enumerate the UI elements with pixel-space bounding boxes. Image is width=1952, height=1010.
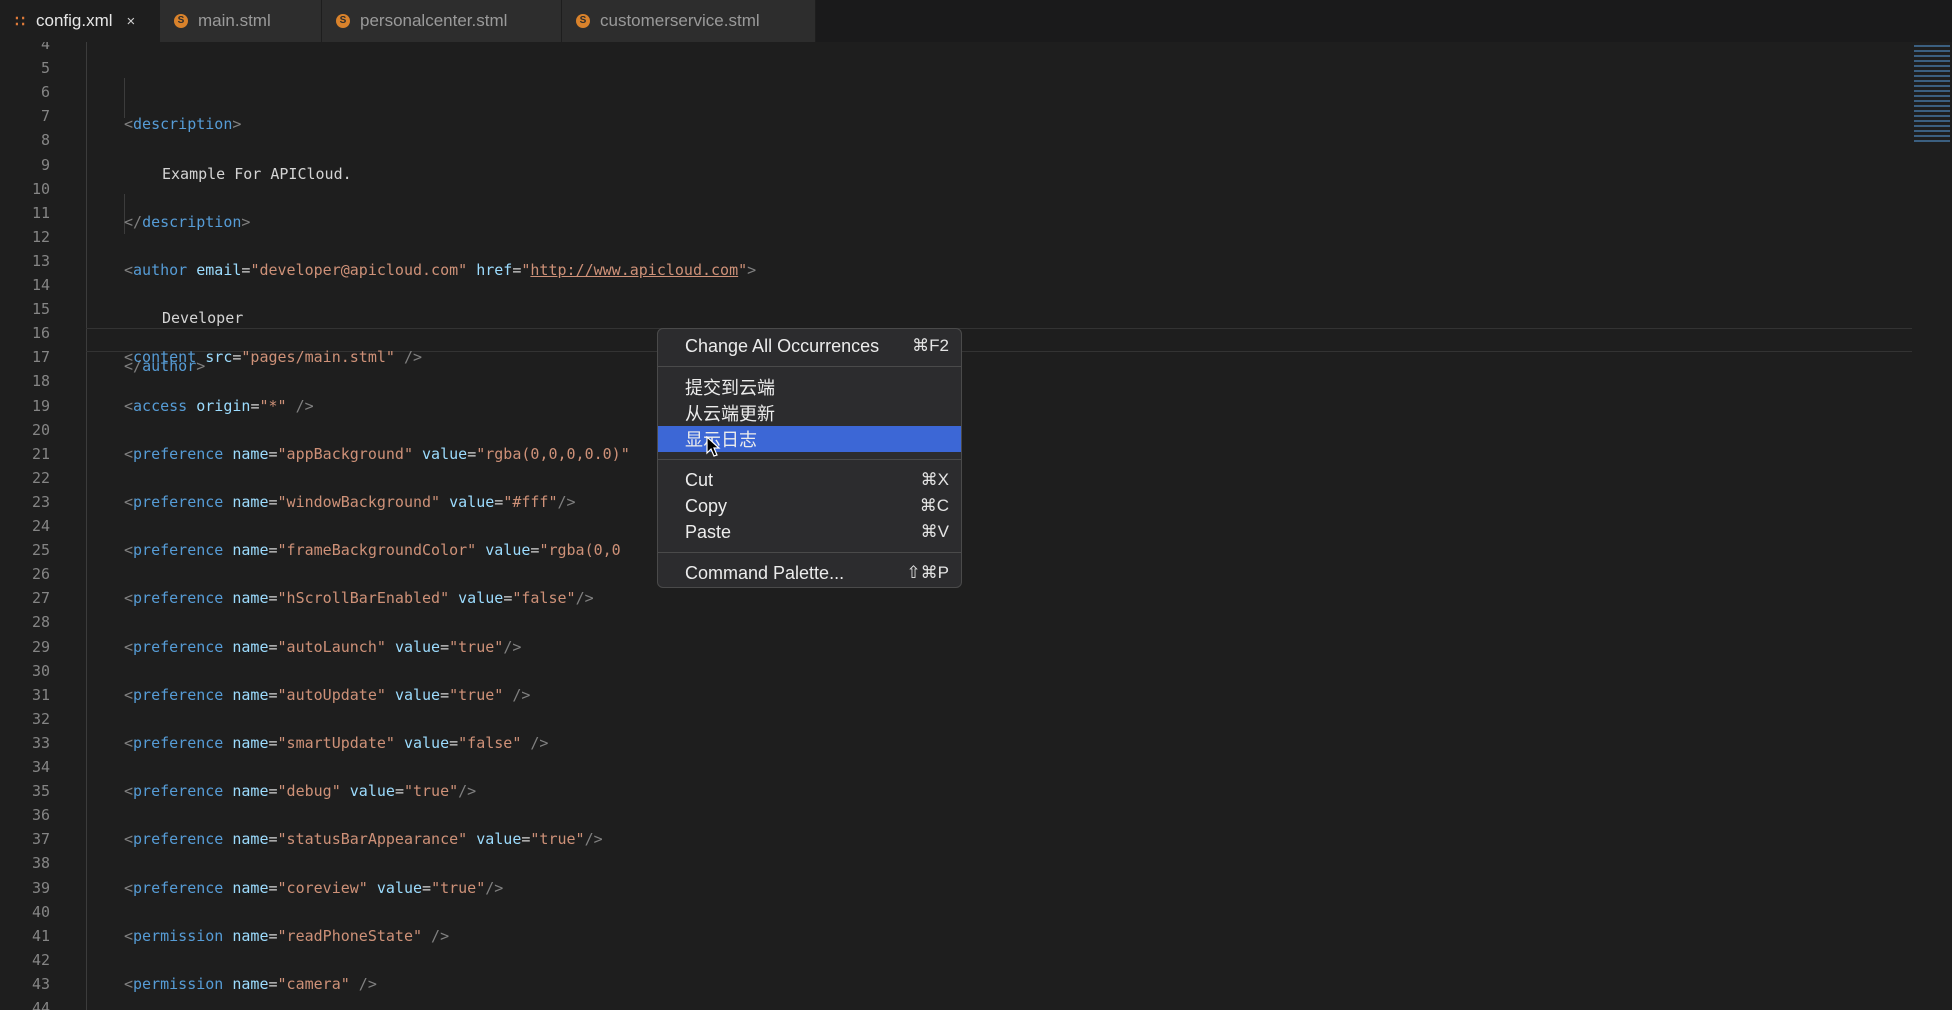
rss-icon: ∷ (15, 12, 25, 30)
code-line: <preference name="autoLaunch" value="tru… (124, 637, 522, 656)
code-line: <preference name="statusBarAppearance" v… (124, 830, 603, 849)
minimap[interactable] (1912, 42, 1952, 242)
line-number: 7 (40, 107, 50, 126)
code-line: <permission name="camera" /> (124, 974, 377, 993)
line-number: 32 (31, 709, 50, 728)
line-number: 11 (31, 203, 50, 222)
menu-item-cut[interactable]: Cut ⌘X (658, 467, 961, 493)
code-line: <preference name="coreview" value="true"… (124, 878, 504, 897)
stml-icon: S (336, 14, 350, 28)
tabbar-empty (816, 0, 1952, 42)
menu-item-copy[interactable]: Copy ⌘C (658, 493, 961, 519)
line-number: 13 (31, 251, 50, 270)
code-line: <preference name="hScrollBarEnabled" val… (124, 589, 594, 608)
menu-item-change-all-occurrences[interactable]: Change All Occurrences ⌘F2 (658, 333, 961, 359)
menu-item-submit-to-cloud[interactable]: 提交到云端 (658, 374, 961, 400)
line-number: 38 (31, 854, 50, 873)
tab-label: config.xml (36, 11, 113, 30)
line-number: 15 (31, 300, 50, 319)
tab-label: main.stml (198, 11, 271, 30)
line-number: 6 (40, 83, 50, 102)
tab-main-stml[interactable]: S main.stml (160, 0, 322, 42)
menu-item-show-log[interactable]: 显示日志 (658, 426, 961, 452)
line-number: 44 (31, 999, 50, 1010)
close-icon[interactable]: × (127, 13, 136, 30)
menu-item-update-from-cloud[interactable]: 从云端更新 (658, 400, 961, 426)
line-number: 12 (31, 227, 50, 246)
mouse-pointer-icon (706, 436, 721, 457)
code-editor[interactable]: <description> Example For APICloud. </de… (0, 42, 1952, 1010)
line-number: 36 (31, 806, 50, 825)
context-menu: Change All Occurrences ⌘F2 提交到云端 从云端更新 显… (657, 328, 962, 588)
tab-label: customerservice.stml (600, 11, 760, 30)
line-number: 9 (40, 155, 50, 174)
line-number: 30 (31, 661, 50, 680)
tab-bar: ∷ config.xml × S main.stml S personalcen… (0, 0, 1952, 42)
code-line: <permission name="readPhoneState" /> (124, 926, 450, 945)
stml-icon: S (174, 14, 188, 28)
menu-separator (658, 459, 961, 460)
tab-personalcenter-stml[interactable]: S personalcenter.stml (322, 0, 562, 42)
code-line: <preference name="autoUpdate" value="tru… (124, 685, 531, 704)
line-number: 34 (31, 758, 50, 776)
tab-label: personalcenter.stml (360, 11, 508, 30)
line-number: 40 (31, 902, 50, 921)
line-number: 8 (40, 131, 50, 150)
menu-separator (658, 366, 961, 367)
stml-icon: S (576, 14, 590, 28)
line-number: 42 (31, 950, 50, 969)
menu-separator (658, 552, 961, 553)
line-number: 4 (40, 42, 50, 53)
line-number: 14 (31, 276, 50, 294)
line-number: 5 (40, 59, 50, 78)
code-line: <preference name="smartUpdate" value="fa… (124, 733, 549, 752)
line-number: 28 (31, 613, 50, 632)
tab-customerservice-stml[interactable]: S customerservice.stml (562, 0, 816, 42)
tab-config-xml[interactable]: ∷ config.xml × (0, 0, 160, 42)
code-line: <preference name="debug" value="true"/> (124, 782, 477, 801)
menu-item-command-palette[interactable]: Command Palette... ⇧⌘P (658, 560, 961, 586)
menu-item-paste[interactable]: Paste ⌘V (658, 519, 961, 545)
line-number: 10 (31, 179, 50, 198)
